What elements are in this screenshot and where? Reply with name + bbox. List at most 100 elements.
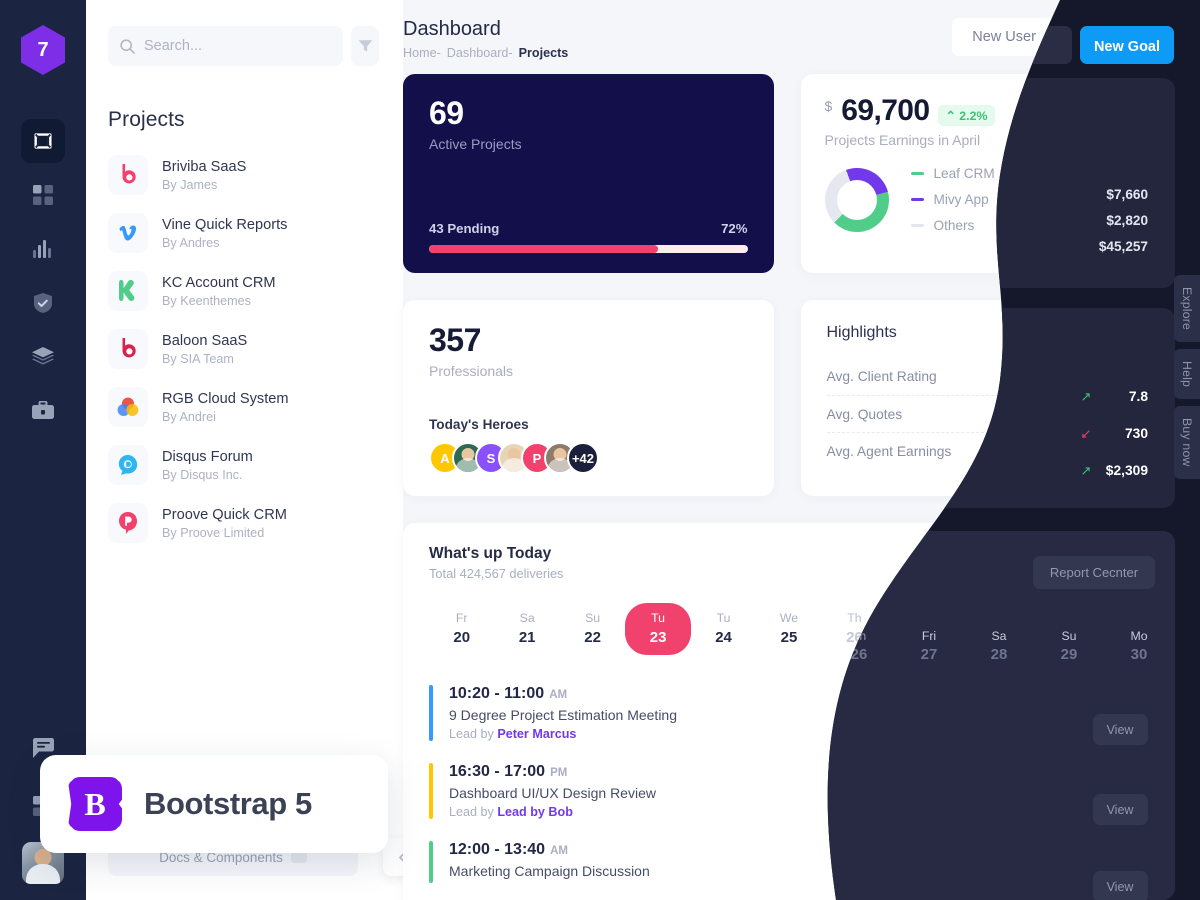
legend-value: $7,660 [1108,166,1150,181]
day-cell[interactable]: Su 22 [560,603,625,655]
report-center-button[interactable]: Report Cecnter [1026,545,1149,579]
currency-symbol: $ [824,98,833,114]
day-weekday: Su [585,611,601,625]
list-item[interactable]: Baloon SaaS By SIA Team [108,320,403,378]
project-owner: By Disqus Inc. [162,468,243,483]
sidebar-item-grid[interactable] [21,173,65,217]
page-header: Dashboard Home- Dashboard- Projects New Us… [403,0,1200,60]
arrow-down-icon: ↙ [1100,406,1111,421]
side-tab-buy-now-label: Buy now [1180,418,1194,467]
legend-label: Leaf CRM [933,166,995,181]
page-title: Dashboard [403,18,501,40]
event-details: 16:30 - 17:00 PM Dashboard UI/UX Design Re… [449,763,656,819]
event-lead-person[interactable]: Lead by Bob [497,805,573,819]
project-logo [108,445,148,485]
day-cell[interactable]: Fri 27 [887,603,952,655]
side-tab-buy-now[interactable]: Buy now [1174,406,1200,479]
progress-bar-track [429,245,748,253]
project-owner: By James [162,178,218,193]
project-logo [108,387,148,427]
new-goal-button[interactable]: New Goal [1067,18,1174,56]
progress-bar-fill [429,245,659,253]
progress-labels: 43 Pending 72% [429,221,748,236]
day-cell[interactable]: Su 29 [1018,603,1083,655]
dashboard-grid: 69 Active Projects 43 Pending 72% $ 69,7… [403,60,1200,900]
earnings-card[interactable]: $ 69,700 ⌃ 2.2% Projects Earnings in Apr… [800,74,1174,273]
side-tab-help[interactable]: Help [1174,349,1200,400]
legend-item: Leaf CRM $7,660 [910,166,1150,181]
active-projects-card[interactable]: 69 Active Projects 43 Pending 72% [403,74,774,273]
day-cell[interactable]: Tu 23 [625,603,691,655]
main-content: Dashboard Home- Dashboard- Projects New Us… [403,0,1200,900]
event-lead-person[interactable]: Peter Marcus [497,727,576,741]
event-color-bar [429,685,433,741]
side-tab-explore[interactable]: Explore [1174,275,1200,343]
search-input[interactable] [144,38,331,54]
legend-label: Others [933,218,975,233]
event-item: 10:20 - 11:00 AM 9 Degree Project Estimati… [429,677,1149,755]
day-cell[interactable]: Sa 21 [494,603,559,655]
highlight-number: 730 [1117,406,1141,422]
sidebar-item-layers[interactable] [21,335,65,379]
highlight-value: ↗ 7.8/10 [1085,369,1148,385]
project-owner: By Andrei [162,410,216,425]
professionals-card[interactable]: 357 Professionals Today's Heroes A S P +42 [403,300,774,496]
project-info: Baloon SaaS By SIA Team [162,332,247,366]
event-time-row: 16:30 - 17:00 PM [449,763,656,781]
highlight-number: $2,309 [1098,443,1141,459]
hero-avatar-initial[interactable]: +42 [567,442,599,474]
list-item[interactable]: Proove Quick CRM By Proove Limited [108,494,403,552]
professionals-count: 357 [429,322,481,358]
earnings-subtitle: Projects Earnings in April [824,132,981,148]
list-item[interactable]: RGB Cloud System By Andrei [108,378,403,436]
search-box[interactable] [108,26,343,66]
day-weekday: Su [1043,611,1059,625]
earnings-change-badge: ⌃ 2.2% [938,105,995,126]
event-time: 12:00 - 13:40 [449,841,546,858]
sidebar-item-analytics[interactable] [21,227,65,271]
list-item[interactable]: Briviba SaaS By James [108,146,403,204]
legend-item: Mivy App $2,820 [910,192,1150,207]
day-number: 22 [584,629,601,646]
list-item[interactable]: Vine Quick Reports By Andres [108,204,403,262]
day-cell[interactable]: Mo 30 [1084,603,1149,655]
event-time: 10:20 - 11:00 [449,685,545,702]
sidebar-item-briefcase[interactable] [21,389,65,433]
day-cell[interactable]: Th 26 [822,603,887,655]
view-button[interactable]: View [1085,697,1149,729]
today-header: What's up Today Total 424,567 deliveries… [429,545,1149,581]
breadcrumb-item[interactable]: Home- [403,46,441,60]
day-cell[interactable]: Sa 28 [953,603,1018,655]
project-name: Proove Quick CRM [162,506,287,523]
shield-check-icon [34,293,52,313]
highlight-label: Avg. Client Rating [826,369,937,384]
earnings-amount: 69,700 [841,94,930,127]
whats-up-today-card: What's up Today Total 424,567 deliveries… [403,523,1175,900]
breadcrumb-item[interactable]: Dashboard- [447,46,513,60]
earnings-body: Leaf CRM $7,660 Mivy App $2,820 Others $45,25… [824,166,1150,233]
view-button[interactable]: View [1085,846,1149,878]
sidebar-item-cube[interactable] [21,119,65,163]
disqus-logo-icon [118,455,138,475]
sidebar-item-security[interactable] [21,281,65,325]
new-user-button[interactable]: New User [952,18,1056,56]
rail-icon-list [21,119,65,433]
day-weekday: Th [847,611,862,625]
event-name: 9 Degree Project Estimation Meeting [449,707,677,723]
day-cell[interactable]: Fr 20 [429,603,494,655]
day-cell[interactable]: Tu 24 [691,603,756,655]
project-info: Briviba SaaS By James [162,158,246,192]
filter-button[interactable] [351,26,379,66]
grid-icon [33,185,53,205]
list-item[interactable]: KC Account CRM By Keenthemes [108,262,403,320]
event-ampm: AM [549,689,568,701]
todays-heroes-avatars: A S P +42 [429,442,748,474]
day-cell[interactable]: We 25 [756,603,821,655]
app-logo[interactable]: 7 [21,25,65,75]
event-details: 10:20 - 11:00 AM 9 Degree Project Estimati… [449,685,677,741]
event-color-bar [429,841,433,883]
view-button[interactable]: View [1085,775,1149,807]
highlights-card[interactable]: Highlights Avg. Client Rating ↗ 7.8/10 Avg.… [800,300,1174,496]
bootstrap-badge: B Bootstrap 5 [40,755,388,853]
list-item[interactable]: Disqus Forum By Disqus Inc. [108,436,403,494]
